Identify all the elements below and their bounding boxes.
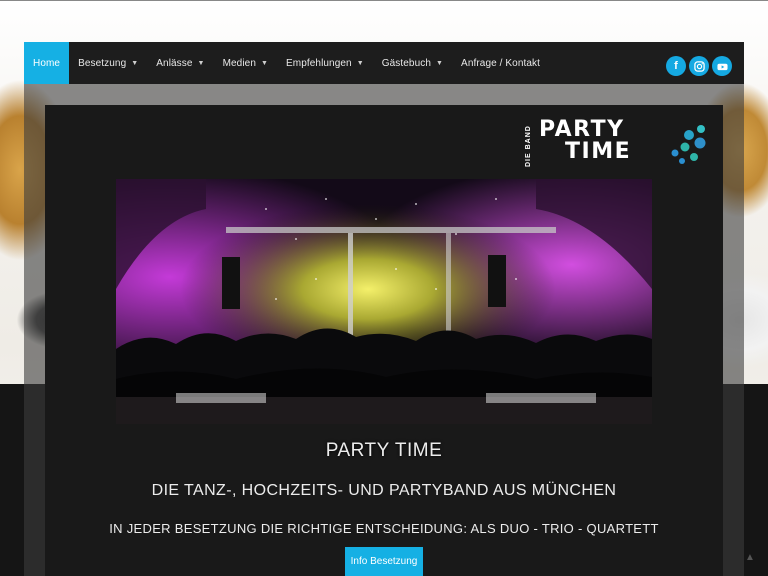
- instagram-icon[interactable]: [689, 56, 709, 76]
- caret-down-icon: ▼: [260, 59, 269, 67]
- logo-wordmark: PARTY TIME: [539, 119, 631, 163]
- youtube-glyph: [716, 63, 728, 70]
- top-border: [0, 0, 768, 1]
- nav-item-besetzung[interactable]: Besetzung ▼: [69, 42, 147, 84]
- band-logo[interactable]: DIE BAND PARTY TIME: [525, 119, 710, 173]
- nav-item-gaestebuch[interactable]: Gästebuch ▼: [373, 42, 452, 84]
- facebook-icon[interactable]: f: [666, 56, 686, 76]
- nav-item-empfehlungen[interactable]: Empfehlungen ▼: [277, 42, 373, 84]
- nav-label: Empfehlungen: [286, 57, 352, 69]
- info-besetzung-button[interactable]: Info Besetzung: [345, 547, 423, 576]
- party-photo-illustration: [116, 179, 652, 424]
- hero-tagline: IN JEDER BESETZUNG DIE RICHTIGE ENTSCHEI…: [109, 521, 659, 536]
- nav-item-medien[interactable]: Medien ▼: [214, 42, 277, 84]
- nav-label: Home: [33, 57, 61, 69]
- logo-line-2: TIME: [565, 139, 632, 164]
- nav-label: Anlässe: [156, 57, 193, 69]
- nav-item-home[interactable]: Home: [24, 42, 70, 84]
- caret-down-icon: ▼: [356, 59, 364, 67]
- caret-down-icon: ▼: [131, 59, 139, 67]
- nav-label: Besetzung: [78, 57, 127, 69]
- scroll-to-top-icon[interactable]: ▲: [744, 552, 756, 564]
- nav-item-anfrage-kontakt[interactable]: Anfrage / Kontakt: [452, 42, 549, 84]
- logo-tagline: DIE BAND: [525, 125, 532, 167]
- youtube-icon[interactable]: [712, 56, 732, 76]
- nav-label: Medien: [222, 57, 256, 69]
- caret-down-icon: ▼: [436, 59, 444, 67]
- instagram-glyph: [693, 60, 705, 72]
- hero-subtitle: DIE TANZ-, HOCHZEITS- UND PARTYBAND AUS …: [151, 482, 617, 499]
- main-navigation: Home Besetzung ▼ Anlässe ▼ Medien ▼ Empf…: [24, 42, 744, 84]
- hero-title: PARTY TIME: [325, 440, 443, 461]
- social-links: f: [666, 56, 732, 76]
- hero-photo: [116, 179, 652, 424]
- nav-label: Anfrage / Kontakt: [461, 57, 541, 69]
- nav-item-anlaesse[interactable]: Anlässe ▼: [147, 42, 213, 84]
- logo-dots-icon: [671, 125, 706, 164]
- caret-down-icon: ▼: [197, 59, 205, 67]
- nav-label: Gästebuch: [381, 57, 432, 69]
